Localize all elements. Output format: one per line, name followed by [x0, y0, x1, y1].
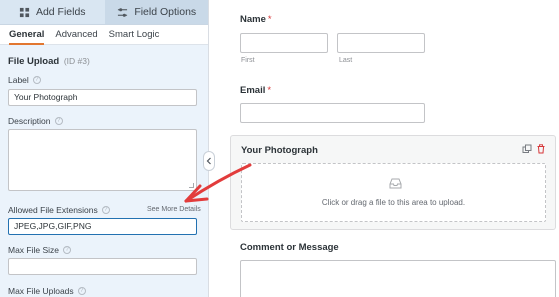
- upload-hint: Click or drag a file to this area to upl…: [321, 198, 466, 207]
- extensions-caption-row: Allowed File Extensions ?: [8, 205, 110, 215]
- description-caption-row: Description ?: [8, 116, 63, 126]
- last-sublabel: Last: [339, 57, 353, 64]
- help-icon[interactable]: ?: [54, 117, 63, 125]
- required-mark: *: [267, 85, 272, 96]
- collapse-panel-button[interactable]: [203, 151, 215, 171]
- upload-field-selected[interactable]: Your Photograph Click or drag a file to …: [230, 135, 556, 230]
- panel-tabs: Add Fields Field Options: [0, 0, 208, 25]
- trash-icon[interactable]: [536, 144, 546, 154]
- help-icon[interactable]: ?: [101, 206, 110, 214]
- field-type-heading: File Upload (ID #3): [8, 56, 90, 67]
- tab-add-fields[interactable]: Add Fields: [0, 0, 105, 24]
- subtab-smart-logic[interactable]: Smart Logic: [109, 25, 160, 45]
- upload-dropzone[interactable]: Click or drag a file to this area to upl…: [241, 163, 546, 222]
- extensions-input[interactable]: JPEG,JPG,GIF,PNG: [8, 218, 197, 235]
- max-size-caption: Max File Size: [8, 245, 60, 255]
- tab-field-options[interactable]: Field Options: [104, 0, 208, 24]
- description-textarea[interactable]: [8, 129, 197, 191]
- inbox-icon: [389, 178, 402, 189]
- help-icon[interactable]: ?: [63, 246, 72, 254]
- label-caption-row: Label ?: [8, 75, 41, 85]
- sliders-icon: [118, 7, 128, 17]
- label-caption: Label: [8, 75, 29, 85]
- help-icon[interactable]: ?: [32, 76, 41, 84]
- subtab-advanced[interactable]: Advanced: [55, 25, 97, 45]
- name-field-label: Name *: [240, 14, 272, 25]
- tab-field-options-label: Field Options: [134, 6, 197, 18]
- comment-field-label: Comment or Message: [240, 242, 339, 253]
- first-sublabel: First: [241, 57, 255, 64]
- extensions-caption: Allowed File Extensions: [8, 205, 98, 215]
- email-input[interactable]: [240, 103, 425, 123]
- max-size-caption-row: Max File Size ?: [8, 245, 72, 255]
- comment-textarea[interactable]: [240, 260, 556, 297]
- help-icon[interactable]: ?: [77, 287, 86, 295]
- subtab-general[interactable]: General: [9, 25, 45, 45]
- description-caption: Description: [8, 116, 51, 126]
- field-type-name: File Upload: [8, 56, 60, 67]
- max-uploads-caption-row: Max File Uploads ?: [8, 286, 86, 296]
- grid-icon: [19, 7, 30, 17]
- see-more-details-link[interactable]: See More Details: [147, 206, 201, 213]
- option-subtabs: General Advanced Smart Logic: [0, 25, 208, 45]
- duplicate-icon[interactable]: [522, 144, 532, 154]
- email-label-text: Email: [240, 85, 266, 96]
- required-mark: *: [267, 14, 272, 25]
- field-options-panel: Add Fields Field Options General Advance…: [0, 0, 209, 297]
- upload-field-label: Your Photograph: [241, 145, 318, 156]
- max-uploads-caption: Max File Uploads: [8, 286, 74, 296]
- field-id: (ID #3): [63, 56, 90, 66]
- resize-handle[interactable]: [189, 183, 194, 188]
- field-actions: [522, 144, 546, 154]
- name-label-text: Name: [240, 14, 266, 25]
- last-name-input[interactable]: [337, 33, 425, 53]
- max-size-input[interactable]: [8, 258, 197, 275]
- chevron-left-icon: [206, 157, 211, 165]
- email-field-label: Email *: [240, 85, 271, 96]
- tab-add-fields-label: Add Fields: [35, 6, 86, 18]
- label-input[interactable]: Your Photograph: [8, 89, 197, 106]
- first-name-input[interactable]: [240, 33, 328, 53]
